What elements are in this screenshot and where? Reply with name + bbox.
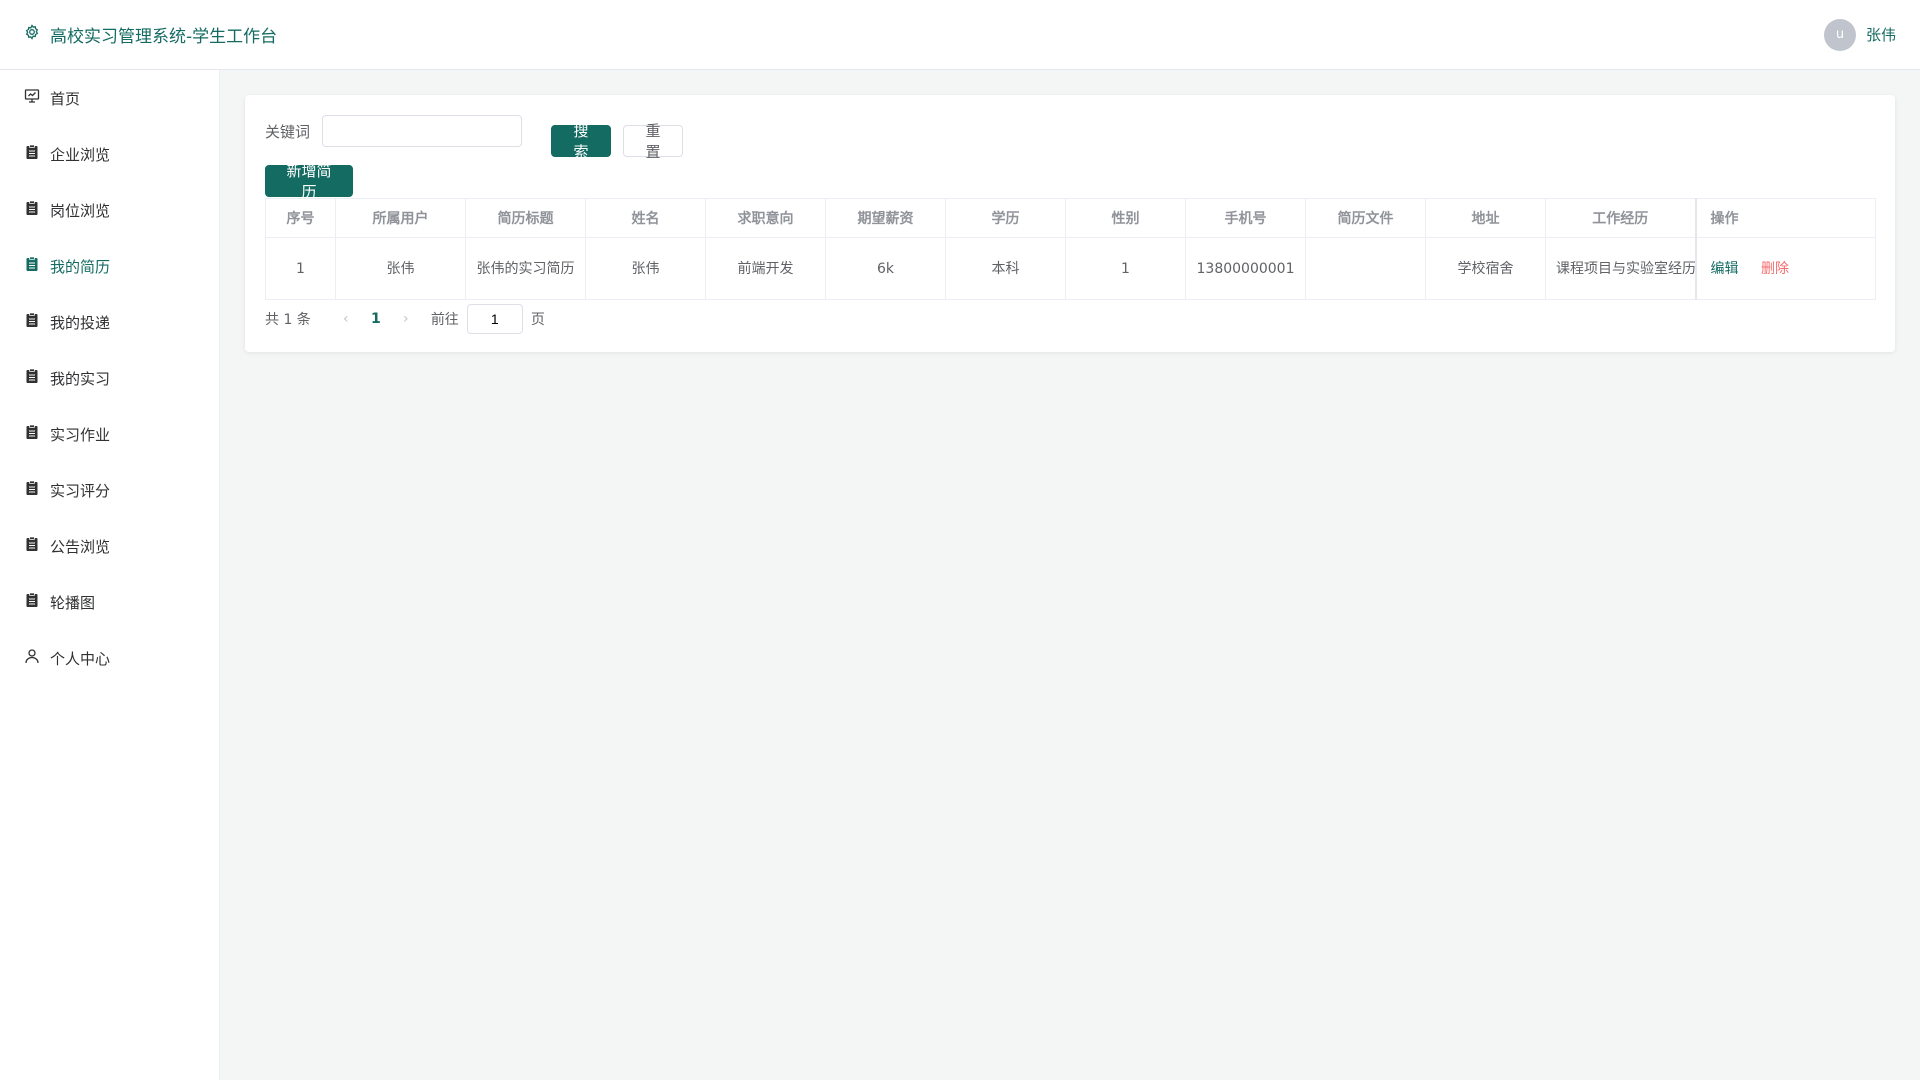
top-header: 高校实习管理系统-学生工作台 u 张伟 <box>0 0 1920 70</box>
cell-name: 张伟 <box>585 237 706 300</box>
sidebar-item-my-applications[interactable]: 我的投递 <box>0 294 219 350</box>
clipboard-icon <box>24 536 40 556</box>
keyword-label: 关键词 <box>265 122 311 141</box>
sidebar-item-label: 我的实习 <box>50 369 111 388</box>
sidebar-item-label: 我的简历 <box>50 257 111 276</box>
cell-index: 1 <box>265 237 336 300</box>
column-header: 学历 <box>945 198 1066 238</box>
clipboard-icon <box>24 592 40 612</box>
sidebar-item-label: 首页 <box>50 89 81 108</box>
column-header: 序号 <box>265 198 336 238</box>
user-menu[interactable]: u 张伟 <box>1823 18 1896 51</box>
column-header: 所属用户 <box>335 198 466 238</box>
sidebar-item-label: 企业浏览 <box>50 145 111 164</box>
username[interactable]: 张伟 <box>1866 24 1896 45</box>
sidebar-item-my-internship[interactable]: 我的实习 <box>0 350 219 406</box>
sidebar-item-positions[interactable]: 岗位浏览 <box>0 182 219 238</box>
column-header: 姓名 <box>585 198 706 238</box>
cell-experience: 课程项目与实验室经历 <box>1545 237 1696 300</box>
cell-phone: 13800000001 <box>1185 237 1306 300</box>
gear-icon <box>24 24 40 45</box>
resume-panel: 关键词 搜索 重置 新增简历 序号 所属用户 简历标题 姓名 求职意向 期望薪资 <box>245 95 1895 352</box>
clipboard-icon <box>24 144 40 164</box>
cell-gender: 1 <box>1065 237 1186 300</box>
clipboard-icon <box>24 424 40 444</box>
cell-actions: 编辑 删除 <box>1694 237 1876 300</box>
sidebar-item-label: 实习作业 <box>50 425 111 444</box>
column-header: 求职意向 <box>705 198 826 238</box>
table-row: 1 张伟 张伟的实习简历 张伟 前端开发 6k 本科 1 13800000001… <box>265 237 1876 300</box>
page-suffix: 页 <box>530 312 545 328</box>
sidebar-item-announcements[interactable]: 公告浏览 <box>0 518 219 574</box>
column-header: 手机号 <box>1185 198 1306 238</box>
cell-address: 学校宿舍 <box>1425 237 1546 300</box>
keyword-input[interactable] <box>322 115 523 147</box>
main-content: 关键词 搜索 重置 新增简历 序号 所属用户 简历标题 姓名 求职意向 期望薪资 <box>220 70 1920 1080</box>
pagination: 共 1 条 ‹ 1 › 前往 页 <box>265 303 545 335</box>
presentation-icon <box>24 88 40 108</box>
page-number[interactable]: 1 <box>363 311 389 327</box>
sidebar-item-label: 轮播图 <box>50 593 96 612</box>
sidebar-item-label: 岗位浏览 <box>50 201 111 220</box>
next-page-icon[interactable]: › <box>389 311 423 327</box>
column-header: 简历文件 <box>1305 198 1426 238</box>
brand: 高校实习管理系统-学生工作台 <box>24 22 277 47</box>
cell-salary: 6k <box>825 237 946 300</box>
column-header: 操作 <box>1694 198 1876 238</box>
delete-link[interactable]: 删除 <box>1761 261 1789 277</box>
column-header: 期望薪资 <box>825 198 946 238</box>
prev-page-icon[interactable]: ‹ <box>329 311 363 327</box>
reset-button[interactable]: 重置 <box>623 122 683 161</box>
clipboard-icon <box>24 256 40 276</box>
cell-education: 本科 <box>945 237 1066 300</box>
sidebar: 首页 企业浏览 岗位浏览 我的简历 我的投递 我的实习 实习作业 实习评分 公告… <box>0 70 220 1080</box>
column-header: 简历标题 <box>465 198 586 238</box>
app-title: 高校实习管理系统-学生工作台 <box>50 27 278 47</box>
clipboard-icon <box>24 368 40 388</box>
clipboard-icon <box>24 480 40 500</box>
cell-owner: 张伟 <box>335 237 466 300</box>
column-header: 工作经历 <box>1545 198 1696 238</box>
cell-intention: 前端开发 <box>705 237 826 300</box>
goto-page-input[interactable] <box>466 304 523 334</box>
column-header: 性别 <box>1065 198 1186 238</box>
search-button[interactable]: 搜索 <box>551 122 611 161</box>
cell-file <box>1305 237 1426 300</box>
sidebar-item-my-resume[interactable]: 我的简历 <box>0 238 219 294</box>
sidebar-item-assignments[interactable]: 实习作业 <box>0 406 219 462</box>
clipboard-icon <box>24 312 40 332</box>
add-resume-button[interactable]: 新增简历 <box>265 162 353 201</box>
user-icon <box>24 648 40 668</box>
avatar[interactable]: u <box>1823 18 1856 51</box>
sidebar-item-label: 公告浏览 <box>50 537 111 556</box>
sidebar-item-carousel[interactable]: 轮播图 <box>0 574 219 630</box>
search-form: 关键词 <box>265 115 523 147</box>
edit-link[interactable]: 编辑 <box>1711 261 1739 277</box>
sidebar-item-home[interactable]: 首页 <box>0 70 219 126</box>
resume-table: 序号 所属用户 简历标题 姓名 求职意向 期望薪资 学历 性别 手机号 简历文件… <box>265 198 1876 300</box>
sidebar-item-label: 个人中心 <box>50 649 111 668</box>
table-header-row: 序号 所属用户 简历标题 姓名 求职意向 期望薪资 学历 性别 手机号 简历文件… <box>265 198 1876 238</box>
sidebar-item-companies[interactable]: 企业浏览 <box>0 126 219 182</box>
clipboard-icon <box>24 200 40 220</box>
sidebar-item-profile[interactable]: 个人中心 <box>0 630 219 686</box>
cell-title: 张伟的实习简历 <box>465 237 586 300</box>
sidebar-item-label: 我的投递 <box>50 313 111 332</box>
column-header: 地址 <box>1425 198 1546 238</box>
total-count: 共 1 条 <box>265 312 311 328</box>
sidebar-item-evaluations[interactable]: 实习评分 <box>0 462 219 518</box>
sidebar-item-label: 实习评分 <box>50 481 111 500</box>
goto-label: 前往 <box>430 312 459 328</box>
